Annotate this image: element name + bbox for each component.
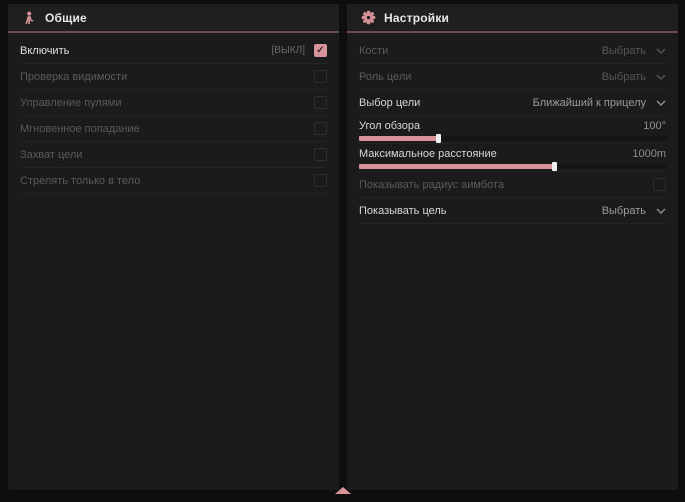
slider-label: Максимальное расстояние xyxy=(359,148,497,160)
slider-value: 100° xyxy=(643,120,666,132)
slider-fill xyxy=(359,136,439,141)
checkbox[interactable]: ✓ xyxy=(653,178,666,191)
toggle-row-body-only[interactable]: Стрелять только в тело ✓ xyxy=(20,168,327,194)
select-row-bones: Кости Выбрать xyxy=(359,38,666,64)
panel-settings: Настройки Кости Выбрать Роль цели Выбрат… xyxy=(347,4,678,490)
toggle-label: Включить xyxy=(20,45,69,57)
dropdown-value: Выбрать xyxy=(602,45,646,57)
show-target-dropdown[interactable]: Выбрать xyxy=(602,205,666,217)
panel-general-title: Общие xyxy=(45,11,87,25)
keybind-tag: [ВЫКЛ] xyxy=(272,45,305,56)
dropdown-value: Ближайший к прицелу xyxy=(533,97,646,109)
max-distance-slider[interactable] xyxy=(359,164,666,169)
toggle-row-visibility-check[interactable]: Проверка видимости ✓ xyxy=(20,64,327,90)
slider-row-max-distance: Максимальное расстояние 1000m xyxy=(359,144,666,172)
gear-icon xyxy=(361,10,376,25)
slider-value: 1000m xyxy=(632,148,666,160)
chevron-down-icon xyxy=(656,208,666,214)
select-label: Кости xyxy=(359,45,388,57)
panel-general-body: Включить [ВЫКЛ] ✓ Проверка видимости ✓ У… xyxy=(8,33,339,194)
checkbox[interactable]: ✓ xyxy=(314,96,327,109)
select-label: Роль цели xyxy=(359,71,411,83)
toggle-label: Стрелять только в тело xyxy=(20,175,140,187)
chevron-down-icon xyxy=(656,48,666,54)
select-row-target-selection: Выбор цели Ближайший к прицелу xyxy=(359,90,666,116)
toggle-row-enable[interactable]: Включить [ВЫКЛ] ✓ xyxy=(20,38,327,64)
checkbox[interactable]: ✓ xyxy=(314,70,327,83)
fov-slider[interactable] xyxy=(359,136,666,141)
slider-thumb[interactable] xyxy=(552,162,557,171)
checkbox[interactable]: ✓ xyxy=(314,148,327,161)
select-label: Показывать цель xyxy=(359,205,447,217)
dropdown-value: Выбрать xyxy=(602,71,646,83)
toggle-label: Показывать радиус аимбота xyxy=(359,179,504,191)
target-role-dropdown[interactable]: Выбрать xyxy=(602,71,666,83)
slider-label: Угол обзора xyxy=(359,120,420,132)
toggle-label: Управление пулями xyxy=(20,97,122,109)
toggle-label: Захват цели xyxy=(20,149,82,161)
select-label: Выбор цели xyxy=(359,97,420,109)
chevron-down-icon xyxy=(656,74,666,80)
slider-thumb[interactable] xyxy=(436,134,441,143)
toggle-row-instant-hit[interactable]: Мгновенное попадание ✓ xyxy=(20,116,327,142)
check-icon: ✓ xyxy=(316,46,324,56)
target-selection-dropdown[interactable]: Ближайший к прицелу xyxy=(533,97,666,109)
select-row-show-target: Показывать цель Выбрать xyxy=(359,198,666,224)
toggle-row-target-lock[interactable]: Захват цели ✓ xyxy=(20,142,327,168)
dropdown-value: Выбрать xyxy=(602,205,646,217)
checkbox[interactable]: ✓ xyxy=(314,122,327,135)
panel-general-header: Общие xyxy=(8,4,339,33)
panel-general: Общие Включить [ВЫКЛ] ✓ Проверка видимос… xyxy=(8,4,339,490)
select-row-target-role: Роль цели Выбрать xyxy=(359,64,666,90)
checkbox[interactable]: ✓ xyxy=(314,44,327,57)
person-icon xyxy=(22,10,37,25)
toggle-row-show-aimbot-radius[interactable]: Показывать радиус аимбота ✓ xyxy=(359,172,666,198)
toggle-row-bullet-control[interactable]: Управление пулями ✓ xyxy=(20,90,327,116)
toggle-label: Мгновенное попадание xyxy=(20,123,140,135)
checkbox[interactable]: ✓ xyxy=(314,174,327,187)
up-triangle-icon[interactable] xyxy=(335,487,351,494)
slider-row-fov: Угол обзора 100° xyxy=(359,116,666,144)
panel-settings-body: Кости Выбрать Роль цели Выбрать Выбор це… xyxy=(347,33,678,224)
panel-settings-title: Настройки xyxy=(384,11,449,25)
chevron-down-icon xyxy=(656,100,666,106)
panel-settings-header: Настройки xyxy=(347,4,678,33)
slider-fill xyxy=(359,164,555,169)
bones-dropdown[interactable]: Выбрать xyxy=(602,45,666,57)
settings-window: Общие Включить [ВЫКЛ] ✓ Проверка видимос… xyxy=(0,0,685,502)
toggle-label: Проверка видимости xyxy=(20,71,127,83)
